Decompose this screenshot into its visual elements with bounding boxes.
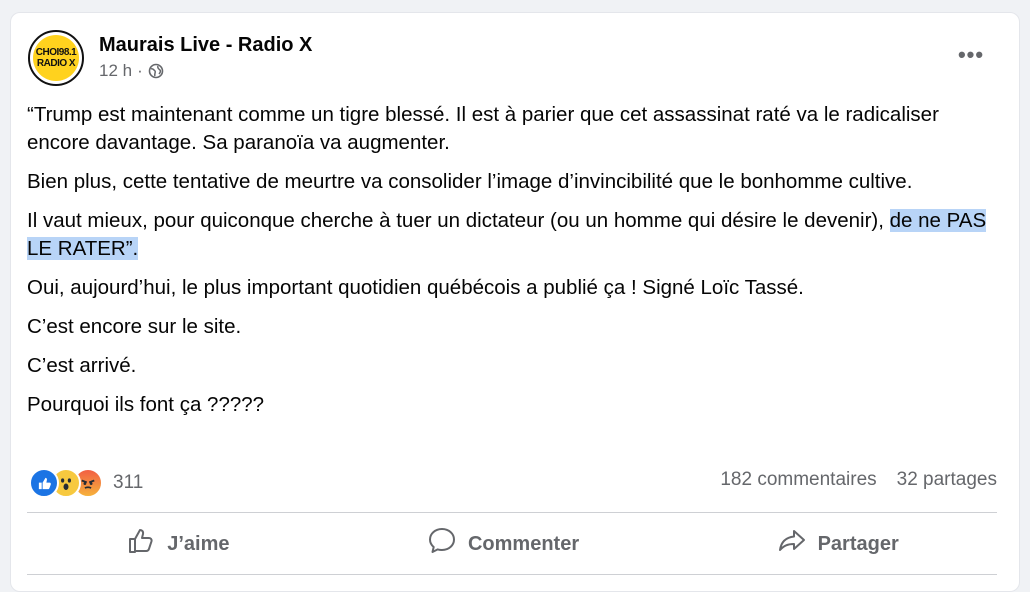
like-button[interactable]: J’aime xyxy=(125,525,230,563)
post-paragraph: Pourquoi ils font ça ????? xyxy=(27,393,265,416)
post-paragraph: Il vaut mieux, pour quiconque cherche à … xyxy=(27,207,1007,263)
comment-button[interactable]: Commenter xyxy=(426,525,579,563)
post-body: “Trump est maintenant comme un tigre ble… xyxy=(27,101,1007,430)
reaction-count: 311 xyxy=(113,472,144,493)
logo-text-top: CHOI98.1 xyxy=(35,47,77,58)
page-avatar[interactable]: CHOI98.1 RADIO X xyxy=(28,30,84,86)
thumbs-up-icon-svg xyxy=(129,529,153,553)
logo-text-bottom: RADIO X xyxy=(36,58,76,69)
post-meta: 12 h · xyxy=(99,61,164,81)
more-options-icon[interactable]: ••• xyxy=(953,40,989,70)
meta-separator: · xyxy=(137,61,143,80)
like-icon xyxy=(29,468,59,498)
comment-button-label: Commenter xyxy=(467,532,580,555)
comments-count-link[interactable]: 182 commentaires xyxy=(720,469,876,491)
globe-icon[interactable] xyxy=(148,63,164,79)
post-paragraph-text: Il vaut mieux, pour quiconque cherche à … xyxy=(27,209,884,232)
post-paragraph: C’est arrivé. xyxy=(27,354,137,377)
post-paragraph: C’est encore sur le site. xyxy=(27,315,242,338)
post-paragraph: Oui, aujourd’hui, le plus important quot… xyxy=(27,276,804,299)
reactions-summary[interactable]: 311 xyxy=(29,468,143,498)
page-name-link[interactable]: Maurais Live - Radio X xyxy=(99,34,312,57)
share-arrow-icon xyxy=(776,525,808,563)
post-timestamp[interactable]: 12 h xyxy=(99,61,132,81)
like-button-label: J’aime xyxy=(167,532,230,555)
post-paragraph: Bien plus, cette tentative de meurtre va… xyxy=(27,170,913,193)
share-button-label: Partager xyxy=(817,532,899,555)
radio-x-logo: CHOI98.1 RADIO X xyxy=(33,35,79,81)
share-button[interactable]: Partager xyxy=(776,525,899,563)
comment-bubble-icon xyxy=(426,525,458,563)
post-card: CHOI98.1 RADIO X Maurais Live - Radio X … xyxy=(10,12,1020,592)
divider xyxy=(27,574,997,575)
shares-count-link[interactable]: 32 partages xyxy=(897,469,997,491)
thumbs-up-icon xyxy=(125,525,157,563)
post-stats: 182 commentaires 32 partages xyxy=(720,469,997,491)
action-bar: J’aime Commenter Partager xyxy=(27,513,997,575)
post-paragraph: “Trump est maintenant comme un tigre ble… xyxy=(27,103,939,154)
